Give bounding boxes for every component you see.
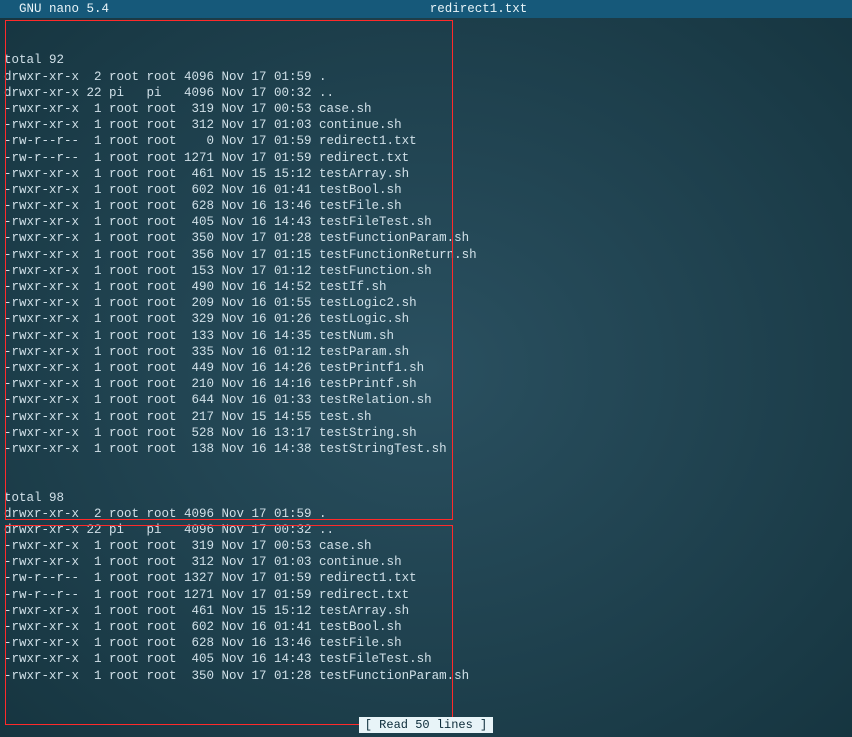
listing-block-1: total 92drwxr-xr-x 2 root root 4096 Nov … [4, 52, 848, 457]
file-row: drwxr-xr-x 2 root root 4096 Nov 17 01:59… [4, 506, 848, 522]
file-row: drwxr-xr-x 22 pi pi 4096 Nov 17 00:32 .. [4, 522, 848, 538]
file-row: -rwxr-xr-x 1 root root 312 Nov 17 01:03 … [4, 117, 848, 133]
file-row: -rwxr-xr-x 1 root root 528 Nov 16 13:17 … [4, 425, 848, 441]
status-bar: [ Read 50 lines ] [0, 717, 852, 733]
file-row: -rwxr-xr-x 1 root root 628 Nov 16 13:46 … [4, 198, 848, 214]
file-row: -rw-r--r-- 1 root root 1271 Nov 17 01:59… [4, 587, 848, 603]
filename: redirect1.txt [430, 0, 528, 18]
file-row: -rwxr-xr-x 1 root root 329 Nov 16 01:26 … [4, 311, 848, 327]
total-line: total 98 [4, 490, 848, 506]
file-row: -rwxr-xr-x 1 root root 319 Nov 17 00:53 … [4, 101, 848, 117]
file-row: drwxr-xr-x 22 pi pi 4096 Nov 17 00:32 .. [4, 85, 848, 101]
file-row: -rwxr-xr-x 1 root root 319 Nov 17 00:53 … [4, 538, 848, 554]
file-row: -rwxr-xr-x 1 root root 210 Nov 16 14:16 … [4, 376, 848, 392]
file-row: -rwxr-xr-x 1 root root 350 Nov 17 01:28 … [4, 668, 848, 684]
app-name: GNU nano 5.4 [4, 0, 109, 18]
file-row: -rwxr-xr-x 1 root root 449 Nov 16 14:26 … [4, 360, 848, 376]
file-row: -rwxr-xr-x 1 root root 335 Nov 16 01:12 … [4, 344, 848, 360]
file-row: -rw-r--r-- 1 root root 1327 Nov 17 01:59… [4, 570, 848, 586]
file-row: -rwxr-xr-x 1 root root 350 Nov 17 01:28 … [4, 230, 848, 246]
file-row: -rwxr-xr-x 1 root root 312 Nov 17 01:03 … [4, 554, 848, 570]
file-row: -rw-r--r-- 1 root root 0 Nov 17 01:59 re… [4, 133, 848, 149]
file-row: -rwxr-xr-x 1 root root 490 Nov 16 14:52 … [4, 279, 848, 295]
file-row: -rwxr-xr-x 1 root root 138 Nov 16 14:38 … [4, 441, 848, 457]
file-row: -rwxr-xr-x 1 root root 133 Nov 16 14:35 … [4, 328, 848, 344]
file-row: -rwxr-xr-x 1 root root 602 Nov 16 01:41 … [4, 182, 848, 198]
total-line: total 92 [4, 52, 848, 68]
file-row: -rwxr-xr-x 1 root root 602 Nov 16 01:41 … [4, 619, 848, 635]
status-text: [ Read 50 lines ] [359, 717, 493, 733]
file-row: -rwxr-xr-x 1 root root 405 Nov 16 14:43 … [4, 214, 848, 230]
editor-content[interactable]: total 92drwxr-xr-x 2 root root 4096 Nov … [0, 18, 852, 700]
file-row: -rwxr-xr-x 1 root root 644 Nov 16 01:33 … [4, 392, 848, 408]
file-row: -rwxr-xr-x 1 root root 628 Nov 16 13:46 … [4, 635, 848, 651]
title-bar: GNU nano 5.4 redirect1.txt [0, 0, 852, 18]
file-row: -rwxr-xr-x 1 root root 217 Nov 15 14:55 … [4, 409, 848, 425]
file-row: -rwxr-xr-x 1 root root 405 Nov 16 14:43 … [4, 651, 848, 667]
file-row: -rwxr-xr-x 1 root root 209 Nov 16 01:55 … [4, 295, 848, 311]
file-row: -rw-r--r-- 1 root root 1271 Nov 17 01:59… [4, 150, 848, 166]
file-row: -rwxr-xr-x 1 root root 461 Nov 15 15:12 … [4, 166, 848, 182]
file-row: -rwxr-xr-x 1 root root 153 Nov 17 01:12 … [4, 263, 848, 279]
listing-block-2: total 98drwxr-xr-x 2 root root 4096 Nov … [4, 490, 848, 684]
file-row: drwxr-xr-x 2 root root 4096 Nov 17 01:59… [4, 69, 848, 85]
file-row: -rwxr-xr-x 1 root root 356 Nov 17 01:15 … [4, 247, 848, 263]
file-row: -rwxr-xr-x 1 root root 461 Nov 15 15:12 … [4, 603, 848, 619]
